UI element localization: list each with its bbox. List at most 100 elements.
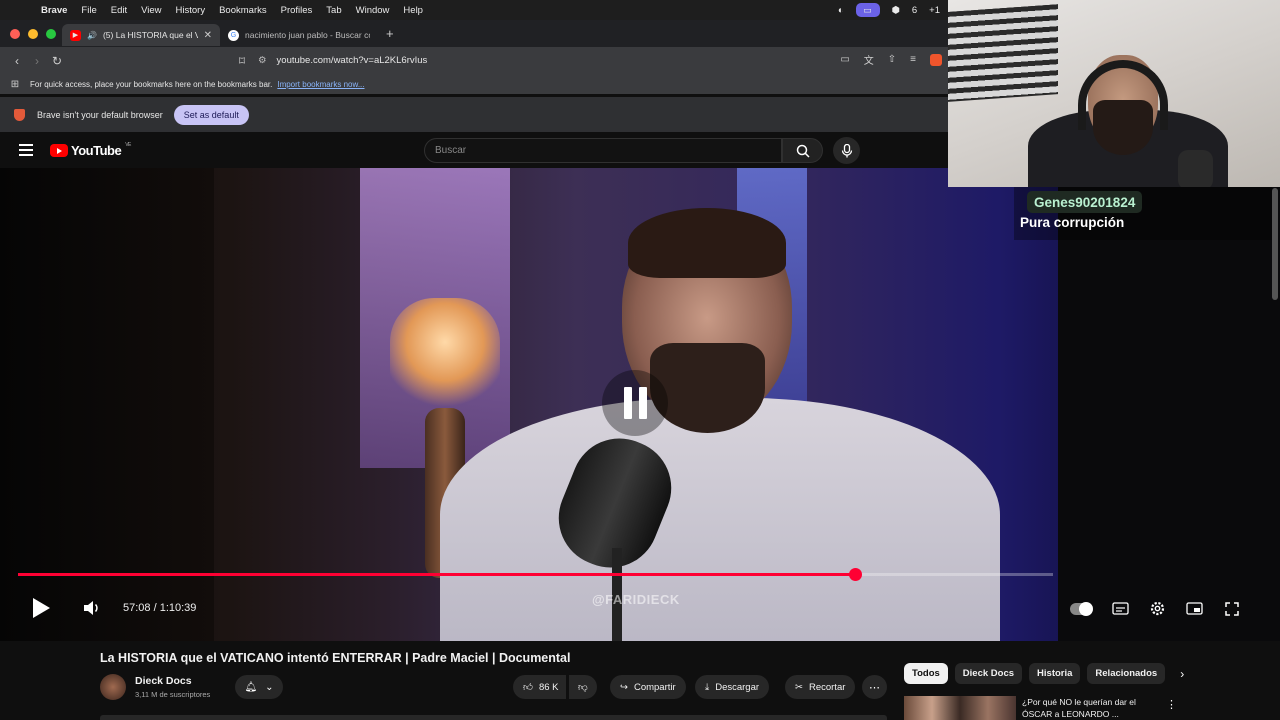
chevron-right-icon[interactable]: ›	[1180, 667, 1184, 681]
close-tab-icon[interactable]: ✕	[204, 30, 212, 41]
menu-help[interactable]: Help	[396, 5, 430, 16]
sync-icon[interactable]: ◐	[838, 5, 844, 16]
filter-chips: Todos Dieck Docs Historia Relacionados ›	[904, 663, 1184, 684]
more-actions-icon[interactable]: ⋯	[862, 675, 887, 699]
bookmark-icon[interactable]: ⌑	[232, 54, 252, 68]
menu-view[interactable]: View	[134, 5, 168, 16]
video-presenter-hair	[628, 208, 786, 278]
microphone-icon	[841, 143, 852, 157]
cast-icon[interactable]: ▭	[840, 54, 849, 65]
share-button[interactable]: ↪ Compartir	[610, 675, 686, 699]
settings-gear-icon[interactable]	[1149, 600, 1166, 617]
like-button[interactable]: 👍︎ 86 K	[513, 675, 567, 699]
set-as-default-button[interactable]: Set as default	[173, 104, 249, 125]
speaker-icon[interactable]: 🔊	[87, 31, 97, 40]
fullscreen-icon[interactable]	[1223, 600, 1240, 617]
search-input[interactable]: Buscar	[424, 138, 782, 163]
dislike-button[interactable]: 👎︎	[569, 675, 597, 699]
chip-todos[interactable]: Todos	[904, 663, 948, 684]
brave-lion-icon	[14, 108, 25, 121]
zoom-window-button[interactable]	[46, 28, 56, 39]
video-presenter-beard	[650, 343, 765, 433]
menu-tab[interactable]: Tab	[319, 5, 348, 16]
recommended-title[interactable]: ¿Por qué NO le querían dar el ÓSCAR a LE…	[1022, 696, 1150, 720]
chip-historia[interactable]: Historia	[1029, 663, 1081, 684]
webcam-microphone	[1178, 150, 1213, 187]
chip-relacionados[interactable]: Relacionados	[1087, 663, 1166, 684]
play-icon[interactable]	[33, 598, 50, 618]
url-text[interactable]: youtube.com/watch?v=aL2KL6rvIus	[277, 55, 428, 66]
menu-brave[interactable]: Brave	[34, 5, 74, 16]
clip-button[interactable]: ✂ Recortar	[785, 675, 856, 699]
tab-youtube[interactable]: ▶ 🔊 (5) La HISTORIA que el VATICANO ✕	[62, 24, 220, 46]
webcam-headset	[1078, 60, 1168, 130]
progress-bar[interactable]	[18, 568, 1053, 581]
translate-icon[interactable]: 文	[864, 52, 874, 67]
video-title: La HISTORIA que el VATICANO intentó ENTE…	[100, 651, 571, 665]
miniplayer-icon[interactable]	[1186, 600, 1203, 617]
pause-overlay-icon[interactable]	[602, 370, 668, 436]
recommended-thumbnail[interactable]	[904, 696, 1016, 720]
back-icon[interactable]: ‹	[7, 54, 27, 68]
share-icon[interactable]: ⇧	[888, 54, 896, 65]
menu-icon[interactable]: ≡	[910, 54, 916, 65]
video-frame-left	[0, 168, 214, 641]
close-window-button[interactable]	[10, 28, 20, 39]
hamburger-menu-icon[interactable]	[19, 144, 33, 159]
video-lamp	[390, 298, 500, 408]
channel-name[interactable]: Dieck Docs	[135, 675, 192, 687]
reload-icon[interactable]: ↻	[47, 54, 67, 68]
menu-profiles[interactable]: Profiles	[274, 5, 320, 16]
more-vert-icon[interactable]: ⋮	[1166, 698, 1177, 711]
menu-bookmarks[interactable]: Bookmarks	[212, 5, 274, 16]
import-bookmarks-link[interactable]: Import bookmarks now...	[277, 80, 364, 89]
clip-label: Recortar	[808, 681, 846, 693]
youtube-logo[interactable]: YouTube VE	[50, 142, 131, 158]
video-watermark: @FARIDIECK	[592, 592, 680, 607]
notifications-button[interactable]: 🔔︎ ⌄	[235, 675, 283, 699]
chat-username: Genes90201824	[1027, 191, 1143, 213]
download-button[interactable]: ⤓ Descargar	[695, 675, 770, 699]
apps-grid-icon[interactable]: ⊞	[0, 79, 30, 90]
address-bar-actions: ▭ 文 ⇧ ≡	[840, 52, 942, 67]
menu-file[interactable]: File	[74, 5, 103, 16]
download-icon: ⤓	[705, 681, 710, 693]
webcam-window-blinds	[948, 4, 1058, 102]
menu-edit[interactable]: Edit	[104, 5, 134, 16]
brave-shields-icon[interactable]	[930, 53, 942, 66]
tab-google[interactable]: G nacimiento juan pablo - Buscar con Goo…	[220, 24, 378, 46]
bell-icon: 🔔︎	[244, 681, 258, 693]
chevron-down-icon: ⌄	[265, 681, 274, 693]
channel-avatar[interactable]	[100, 674, 126, 700]
autoplay-toggle[interactable]	[1070, 601, 1093, 616]
scrubber-handle[interactable]	[849, 568, 862, 581]
address-bar-row: ‹ › ↻ ⌑ ⚙ youtube.com/watch?v=aL2KL6rvIu…	[0, 47, 948, 74]
bookmarks-hint: For quick access, place your bookmarks h…	[30, 79, 273, 89]
menu-window[interactable]: Window	[349, 5, 397, 16]
thumbs-up-icon: 👍︎	[523, 682, 533, 693]
status-count: 6	[911, 4, 918, 16]
screen-share-icon[interactable]: ▭	[855, 3, 880, 17]
google-favicon-icon: G	[228, 29, 239, 41]
subtitles-icon[interactable]	[1112, 600, 1129, 617]
menu-history[interactable]: History	[169, 5, 213, 16]
default-browser-infobar: Brave isn't your default browser Set as …	[0, 97, 948, 132]
recommended-video[interactable]: ¿Por qué NO le querían dar el ÓSCAR a LE…	[904, 696, 1177, 720]
share-label: Compartir	[633, 681, 676, 693]
youtube-header: YouTube VE Buscar	[0, 132, 948, 168]
bookmarks-bar: ⊞ For quick access, place your bookmarks…	[0, 74, 948, 94]
player-controls-left: 57:08 / 1:10:39	[33, 598, 196, 618]
url-field[interactable]: ⚙ youtube.com/watch?v=aL2KL6rvIus	[258, 52, 427, 69]
shield-status-icon[interactable]: ⬢	[892, 5, 900, 16]
chip-dieck-docs[interactable]: Dieck Docs	[954, 663, 1023, 684]
page-scrollbar[interactable]	[1272, 188, 1278, 300]
voice-search-button[interactable]	[833, 137, 860, 164]
time-display: 57:08 / 1:10:39	[123, 602, 197, 614]
site-settings-icon[interactable]: ⚙	[258, 55, 267, 66]
search-button[interactable]	[782, 138, 823, 163]
forward-icon[interactable]: ›	[27, 54, 47, 68]
minimize-window-button[interactable]	[28, 28, 38, 39]
new-tab-button[interactable]: +	[378, 26, 402, 41]
chat-message-overlay: Genes90201824 Pura corrupción	[1014, 187, 1272, 240]
volume-icon[interactable]	[83, 600, 101, 616]
